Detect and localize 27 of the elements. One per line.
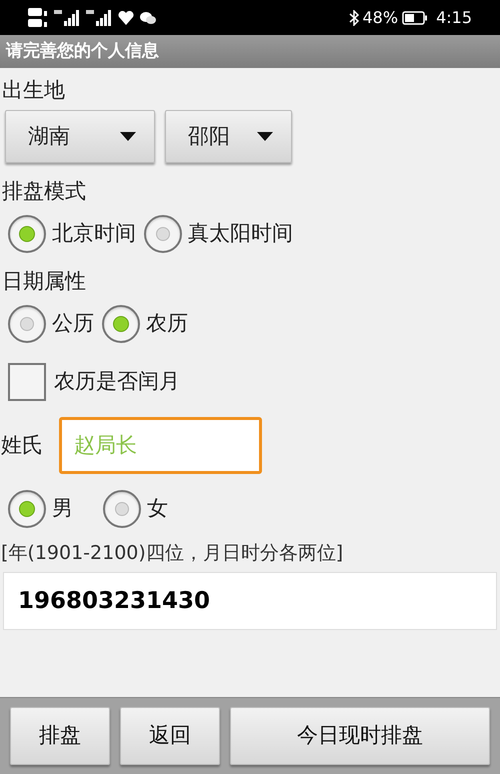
signal-icon: [54, 10, 80, 26]
bluetooth-icon: [348, 10, 358, 26]
clock: 4:15: [436, 6, 472, 28]
field-label: 姓氏: [0, 432, 43, 459]
battery-percent: 48%: [362, 6, 398, 28]
radio-button[interactable]: 真太阳时间: [144, 215, 293, 253]
chat-icon: [140, 10, 156, 24]
radio-button[interactable]: 北京时间: [8, 215, 136, 253]
action-button[interactable]: 返回: [120, 707, 220, 765]
input-field[interactable]: 196803231430: [3, 572, 497, 630]
section-label: 日期属性: [1, 268, 87, 295]
section-label: 出生地: [1, 77, 66, 104]
radio-button[interactable]: 公历: [8, 305, 94, 343]
section-label: 排盘模式: [1, 178, 87, 205]
dropdown[interactable]: 湖南: [5, 110, 155, 163]
caret-icon: [257, 132, 273, 141]
caret-icon: [120, 132, 136, 141]
dropdown[interactable]: 邵阳: [165, 110, 292, 163]
action-button[interactable]: 今日现时排盘: [230, 707, 490, 765]
radio-button[interactable]: 农历: [102, 305, 188, 343]
signal-icon: [86, 10, 112, 26]
battery-icon: [402, 10, 428, 24]
checkbox[interactable]: 农历是否闰月: [0, 363, 500, 401]
input-hint: [年(1901-2100)四位，月日时分各两位]: [0, 541, 344, 566]
action-button[interactable]: 排盘: [10, 707, 110, 765]
window-title: 请完善您的个人信息: [6, 40, 159, 63]
heart-icon: [118, 10, 134, 24]
